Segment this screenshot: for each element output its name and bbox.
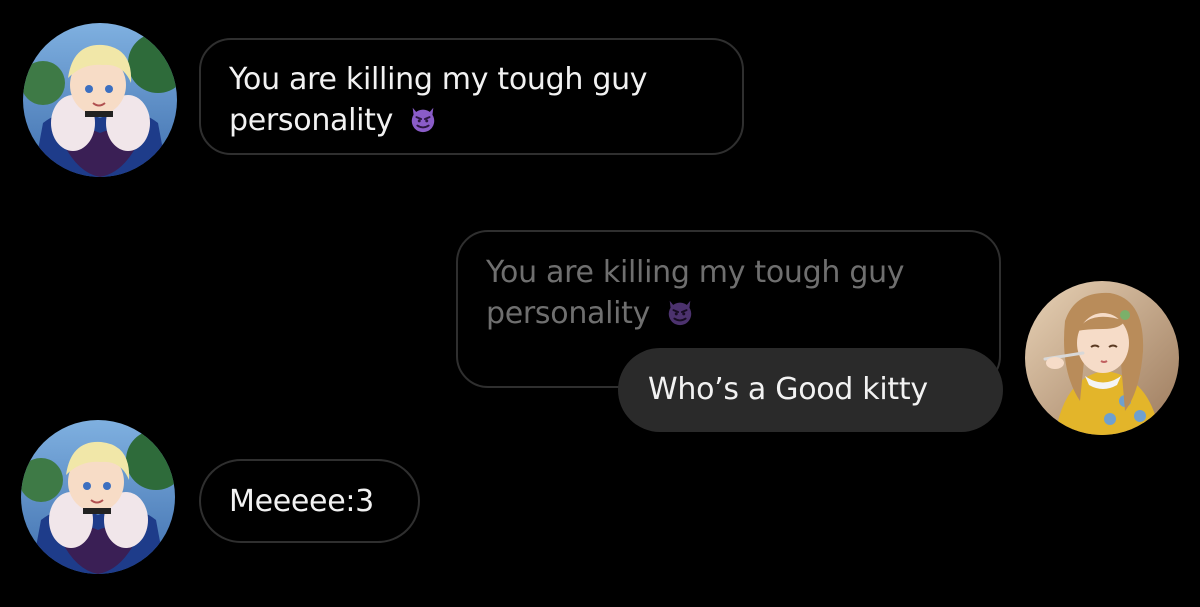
smiling-face-with-horns-icon [408, 104, 438, 134]
incoming-message-bubble[interactable]: You are killing my tough guy personality [199, 38, 744, 155]
smiling-face-with-horns-icon [665, 297, 695, 327]
avatar-image [23, 23, 177, 177]
outgoing-message-bubble[interactable]: Who’s a Good kitty [618, 348, 1003, 432]
avatar-left-user[interactable] [23, 23, 177, 177]
avatar-right-user[interactable] [1025, 281, 1179, 435]
message-text: Meeeee:3 [229, 484, 374, 519]
avatar-left-user[interactable] [21, 420, 175, 574]
avatar-image [21, 420, 175, 574]
message-text: Who’s a Good kitty [648, 372, 928, 407]
incoming-message-bubble[interactable]: Meeeee:3 [199, 459, 420, 543]
avatar-image [1025, 281, 1179, 435]
